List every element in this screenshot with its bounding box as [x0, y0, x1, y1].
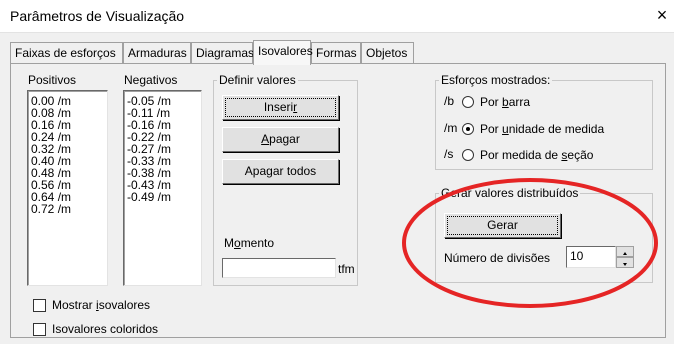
gerar-valores-group [435, 193, 653, 283]
radio-prefix-b: /b [444, 94, 455, 108]
radio-prefix-s: /s [444, 147, 454, 161]
inserir-button[interactable]: Inserir [222, 95, 339, 120]
gerar-button[interactable]: Gerar [444, 213, 561, 238]
radio-por-barra-label[interactable]: Por barra [480, 95, 530, 109]
radio-por-unidade-label[interactable]: Por unidade de medida [480, 122, 604, 136]
numero-divisoes-input[interactable]: 10 [566, 246, 616, 268]
isovalores-coloridos-checkbox[interactable] [33, 323, 46, 336]
radio-por-barra[interactable] [462, 96, 474, 108]
close-icon[interactable]: × [653, 5, 671, 26]
radio-prefix-m: /m [444, 121, 458, 135]
radio-selected-dot [466, 127, 470, 131]
gerar-valores-legend: Gerar valores distribuídos [439, 186, 581, 200]
positivos-label: Positivos [28, 73, 77, 87]
window-title: Parâmetros de Visualização [10, 8, 185, 24]
radio-por-medida-de-secao[interactable] [462, 149, 474, 161]
tab-formas[interactable]: Formas [311, 42, 361, 64]
positivos-list-item[interactable]: 0.72 /m [31, 203, 71, 215]
spin-down-button[interactable] [616, 257, 634, 268]
spin-up-button[interactable] [616, 246, 634, 257]
radio-por-unidade-de-medida[interactable] [462, 123, 474, 135]
tab-isovalores[interactable]: Isovalores [253, 40, 313, 65]
isovalores-coloridos-label[interactable]: Isovalores coloridos [52, 322, 158, 336]
tab-diagramas[interactable]: Diagramas [191, 42, 254, 64]
mostrar-isovalores-label[interactable]: Mostrar isovalores [52, 298, 150, 312]
mostrar-isovalores-checkbox[interactable] [33, 299, 46, 312]
negativos-listbox[interactable]: -0.05 /m -0.11 /m -0.16 /m -0.22 /m -0.27 /m… [123, 90, 202, 286]
tab-armaduras[interactable]: Armaduras [123, 42, 191, 64]
momento-input[interactable] [222, 258, 336, 278]
chevron-down-icon [623, 263, 627, 266]
positivos-listbox[interactable]: 0.00 /m 0.08 /m 0.16 /m 0.24 /m 0.32 /m 0.40 … [27, 90, 108, 286]
tab-faixas-de-esforcos[interactable]: Faixas de esforços [10, 42, 123, 64]
apagar-todos-button[interactable]: Apagar todos [222, 159, 339, 184]
esforcos-mostrados-legend: Esforços mostrados: [439, 73, 553, 87]
apagar-button[interactable]: Apagar [222, 127, 339, 152]
momento-unit: tfm [338, 262, 355, 276]
negativos-label: Negativos [124, 73, 178, 87]
momento-label: Momento [224, 236, 275, 250]
radio-por-medida-label[interactable]: Por medida de seção [480, 148, 593, 162]
definir-valores-legend: Definir valores [217, 73, 298, 87]
tab-objetos[interactable]: Objetos [361, 42, 414, 64]
numero-divisoes-label: Número de divisões [444, 251, 551, 265]
negativos-list-item[interactable]: -0.49 /m [127, 191, 171, 203]
title-bar: Parâmetros de Visualização × [0, 0, 674, 33]
